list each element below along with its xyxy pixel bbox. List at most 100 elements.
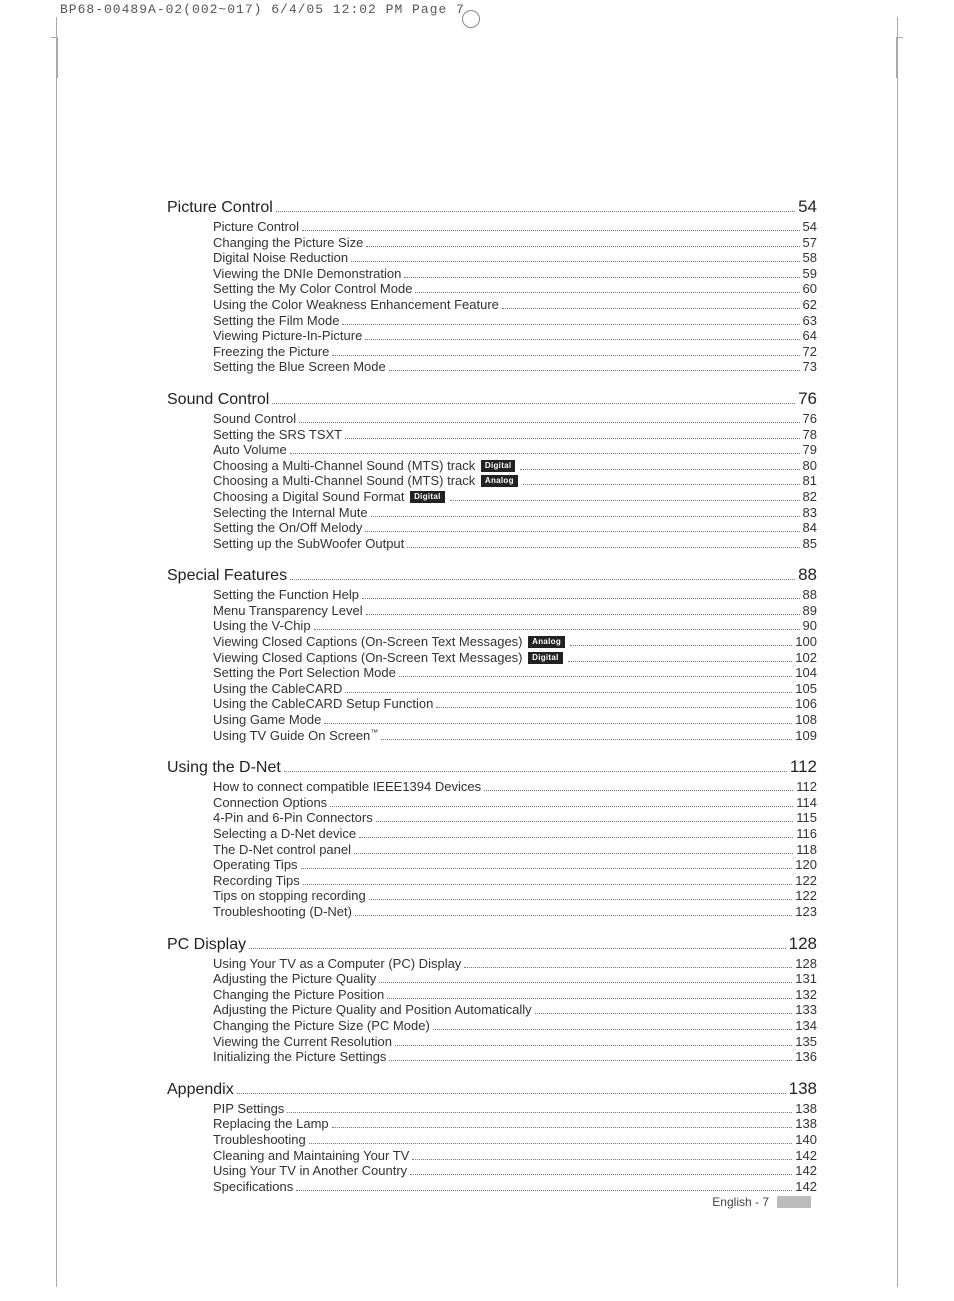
section-title: Sound Control xyxy=(167,391,269,409)
leader-dots xyxy=(332,355,799,356)
entry-label: Setting the Film Mode xyxy=(213,313,339,329)
entry-page: 54 xyxy=(803,219,817,235)
leader-dots xyxy=(237,1093,786,1094)
section-page: 112 xyxy=(790,757,817,777)
section-title: Picture Control xyxy=(167,199,273,217)
leader-dots xyxy=(351,261,799,262)
section-page: 138 xyxy=(789,1079,817,1099)
entry-label: Setting the On/Off Melody xyxy=(213,520,362,536)
entry-page: 122 xyxy=(795,888,817,904)
leader-dots xyxy=(523,484,800,485)
toc-entry: Connection Options114 xyxy=(213,795,817,811)
toc-section: Picture Control54Picture Control54Changi… xyxy=(167,197,817,375)
entry-page: 64 xyxy=(803,328,817,344)
entry-label: Changing the Picture Position xyxy=(213,987,384,1003)
toc-entry: Choosing a Digital Sound Format Digital8… xyxy=(213,489,817,505)
entry-page: 72 xyxy=(803,344,817,360)
toc-entry: Selecting the Internal Mute 83 xyxy=(213,505,817,521)
toc-entry: Troubleshooting140 xyxy=(213,1132,817,1148)
toc-entry: Viewing Picture-In-Picture 64 xyxy=(213,328,817,344)
toc-entry: Setting up the SubWoofer Output85 xyxy=(213,536,817,552)
leader-dots xyxy=(407,547,799,548)
leader-dots xyxy=(301,868,793,869)
entry-label: Initializing the Picture Settings xyxy=(213,1049,386,1065)
digital-badge: Digital xyxy=(410,491,445,503)
toc-entry: Initializing the Picture Settings136 xyxy=(213,1049,817,1065)
leader-dots xyxy=(359,837,793,838)
entry-page: 128 xyxy=(795,956,817,972)
leader-dots xyxy=(379,982,792,983)
toc-entry: Digital Noise Reduction58 xyxy=(213,250,817,266)
entry-label: Using Your TV as a Computer (PC) Display xyxy=(213,956,461,972)
leader-dots xyxy=(464,967,792,968)
section-heading: Using the D-Net112 xyxy=(167,757,817,777)
entry-page: 115 xyxy=(796,810,817,826)
entry-page: 140 xyxy=(795,1132,817,1148)
leader-dots xyxy=(342,324,799,325)
entry-label: Using the CableCARD xyxy=(213,681,342,697)
leader-dots xyxy=(345,438,799,439)
entry-page: 105 xyxy=(795,681,817,697)
toc-entry: Choosing a Multi-Channel Sound (MTS) tra… xyxy=(213,473,817,489)
entry-label: Freezing the Picture xyxy=(213,344,329,360)
entry-page: 80 xyxy=(803,458,817,474)
entry-page: 106 xyxy=(795,696,817,712)
section-heading: Appendix138 xyxy=(167,1079,817,1099)
entry-page: 114 xyxy=(796,795,817,811)
entry-label: Selecting a D-Net device xyxy=(213,826,356,842)
leader-dots xyxy=(381,739,792,740)
entry-label: Selecting the Internal Mute xyxy=(213,505,368,521)
entry-label: Picture Control xyxy=(213,219,299,235)
page-footer: English - 7 xyxy=(712,1195,811,1209)
entry-label: Setting the SRS TSXT xyxy=(213,427,342,443)
entry-page: 79 xyxy=(803,442,817,458)
entry-page: 142 xyxy=(795,1179,817,1195)
leader-dots xyxy=(570,645,792,646)
leader-dots xyxy=(290,453,800,454)
toc-entry: Tips on stopping recording 122 xyxy=(213,888,817,904)
entry-label: How to connect compatible IEEE1394 Devic… xyxy=(213,779,481,795)
entry-label: Viewing Picture-In-Picture xyxy=(213,328,362,344)
toc-entry: Recording Tips122 xyxy=(213,873,817,889)
entry-label: Troubleshooting (D-Net) xyxy=(213,904,352,920)
leader-dots xyxy=(314,629,800,630)
leader-dots xyxy=(568,661,793,662)
digital-badge: Digital xyxy=(481,460,516,472)
entry-label: Setting the Blue Screen Mode xyxy=(213,359,386,375)
entry-label: Viewing the Current Resolution xyxy=(213,1034,392,1050)
entry-page: 76 xyxy=(803,411,817,427)
toc-entry: Viewing the Current Resolution135 xyxy=(213,1034,817,1050)
entry-page: 83 xyxy=(803,505,817,521)
leader-dots xyxy=(330,806,793,807)
leader-dots xyxy=(371,516,800,517)
toc-entry: Changing the Picture Position132 xyxy=(213,987,817,1003)
toc-entry: Troubleshooting (D-Net)123 xyxy=(213,904,817,920)
entry-label: Viewing Closed Captions (On-Screen Text … xyxy=(213,650,565,666)
leader-dots xyxy=(303,884,793,885)
leader-dots xyxy=(276,211,795,212)
section-heading: Sound Control76 xyxy=(167,389,817,409)
toc-entry: Setting the Function Help88 xyxy=(213,587,817,603)
entry-label: Using Your TV in Another Country xyxy=(213,1163,407,1179)
toc-entry: Operating Tips120 xyxy=(213,857,817,873)
toc-entry: Sound Control76 xyxy=(213,411,817,427)
entry-label: Tips on stopping recording xyxy=(213,888,366,904)
toc-entry: The D-Net control panel118 xyxy=(213,842,817,858)
leader-dots xyxy=(395,1045,792,1046)
leader-dots xyxy=(366,614,800,615)
entry-label: Replacing the Lamp xyxy=(213,1116,329,1132)
entry-label: Menu Transparency Level xyxy=(213,603,363,619)
toc-section: Appendix138PIP Settings138Replacing the … xyxy=(167,1079,817,1195)
digital-badge: Digital xyxy=(528,652,563,664)
leader-dots xyxy=(535,1013,793,1014)
entry-page: 138 xyxy=(795,1101,817,1117)
toc-section: PC Display128Using Your TV as a Computer… xyxy=(167,934,817,1065)
entry-page: 60 xyxy=(803,281,817,297)
leader-dots xyxy=(355,915,792,916)
leader-dots xyxy=(502,308,800,309)
entry-label: Using the CableCARD Setup Function xyxy=(213,696,433,712)
toc-entry: Using the CableCARD 105 xyxy=(213,681,817,697)
toc-entry: How to connect compatible IEEE1394 Devic… xyxy=(213,779,817,795)
entry-page: 131 xyxy=(795,971,817,987)
entry-label: Choosing a Digital Sound Format Digital xyxy=(213,489,447,505)
